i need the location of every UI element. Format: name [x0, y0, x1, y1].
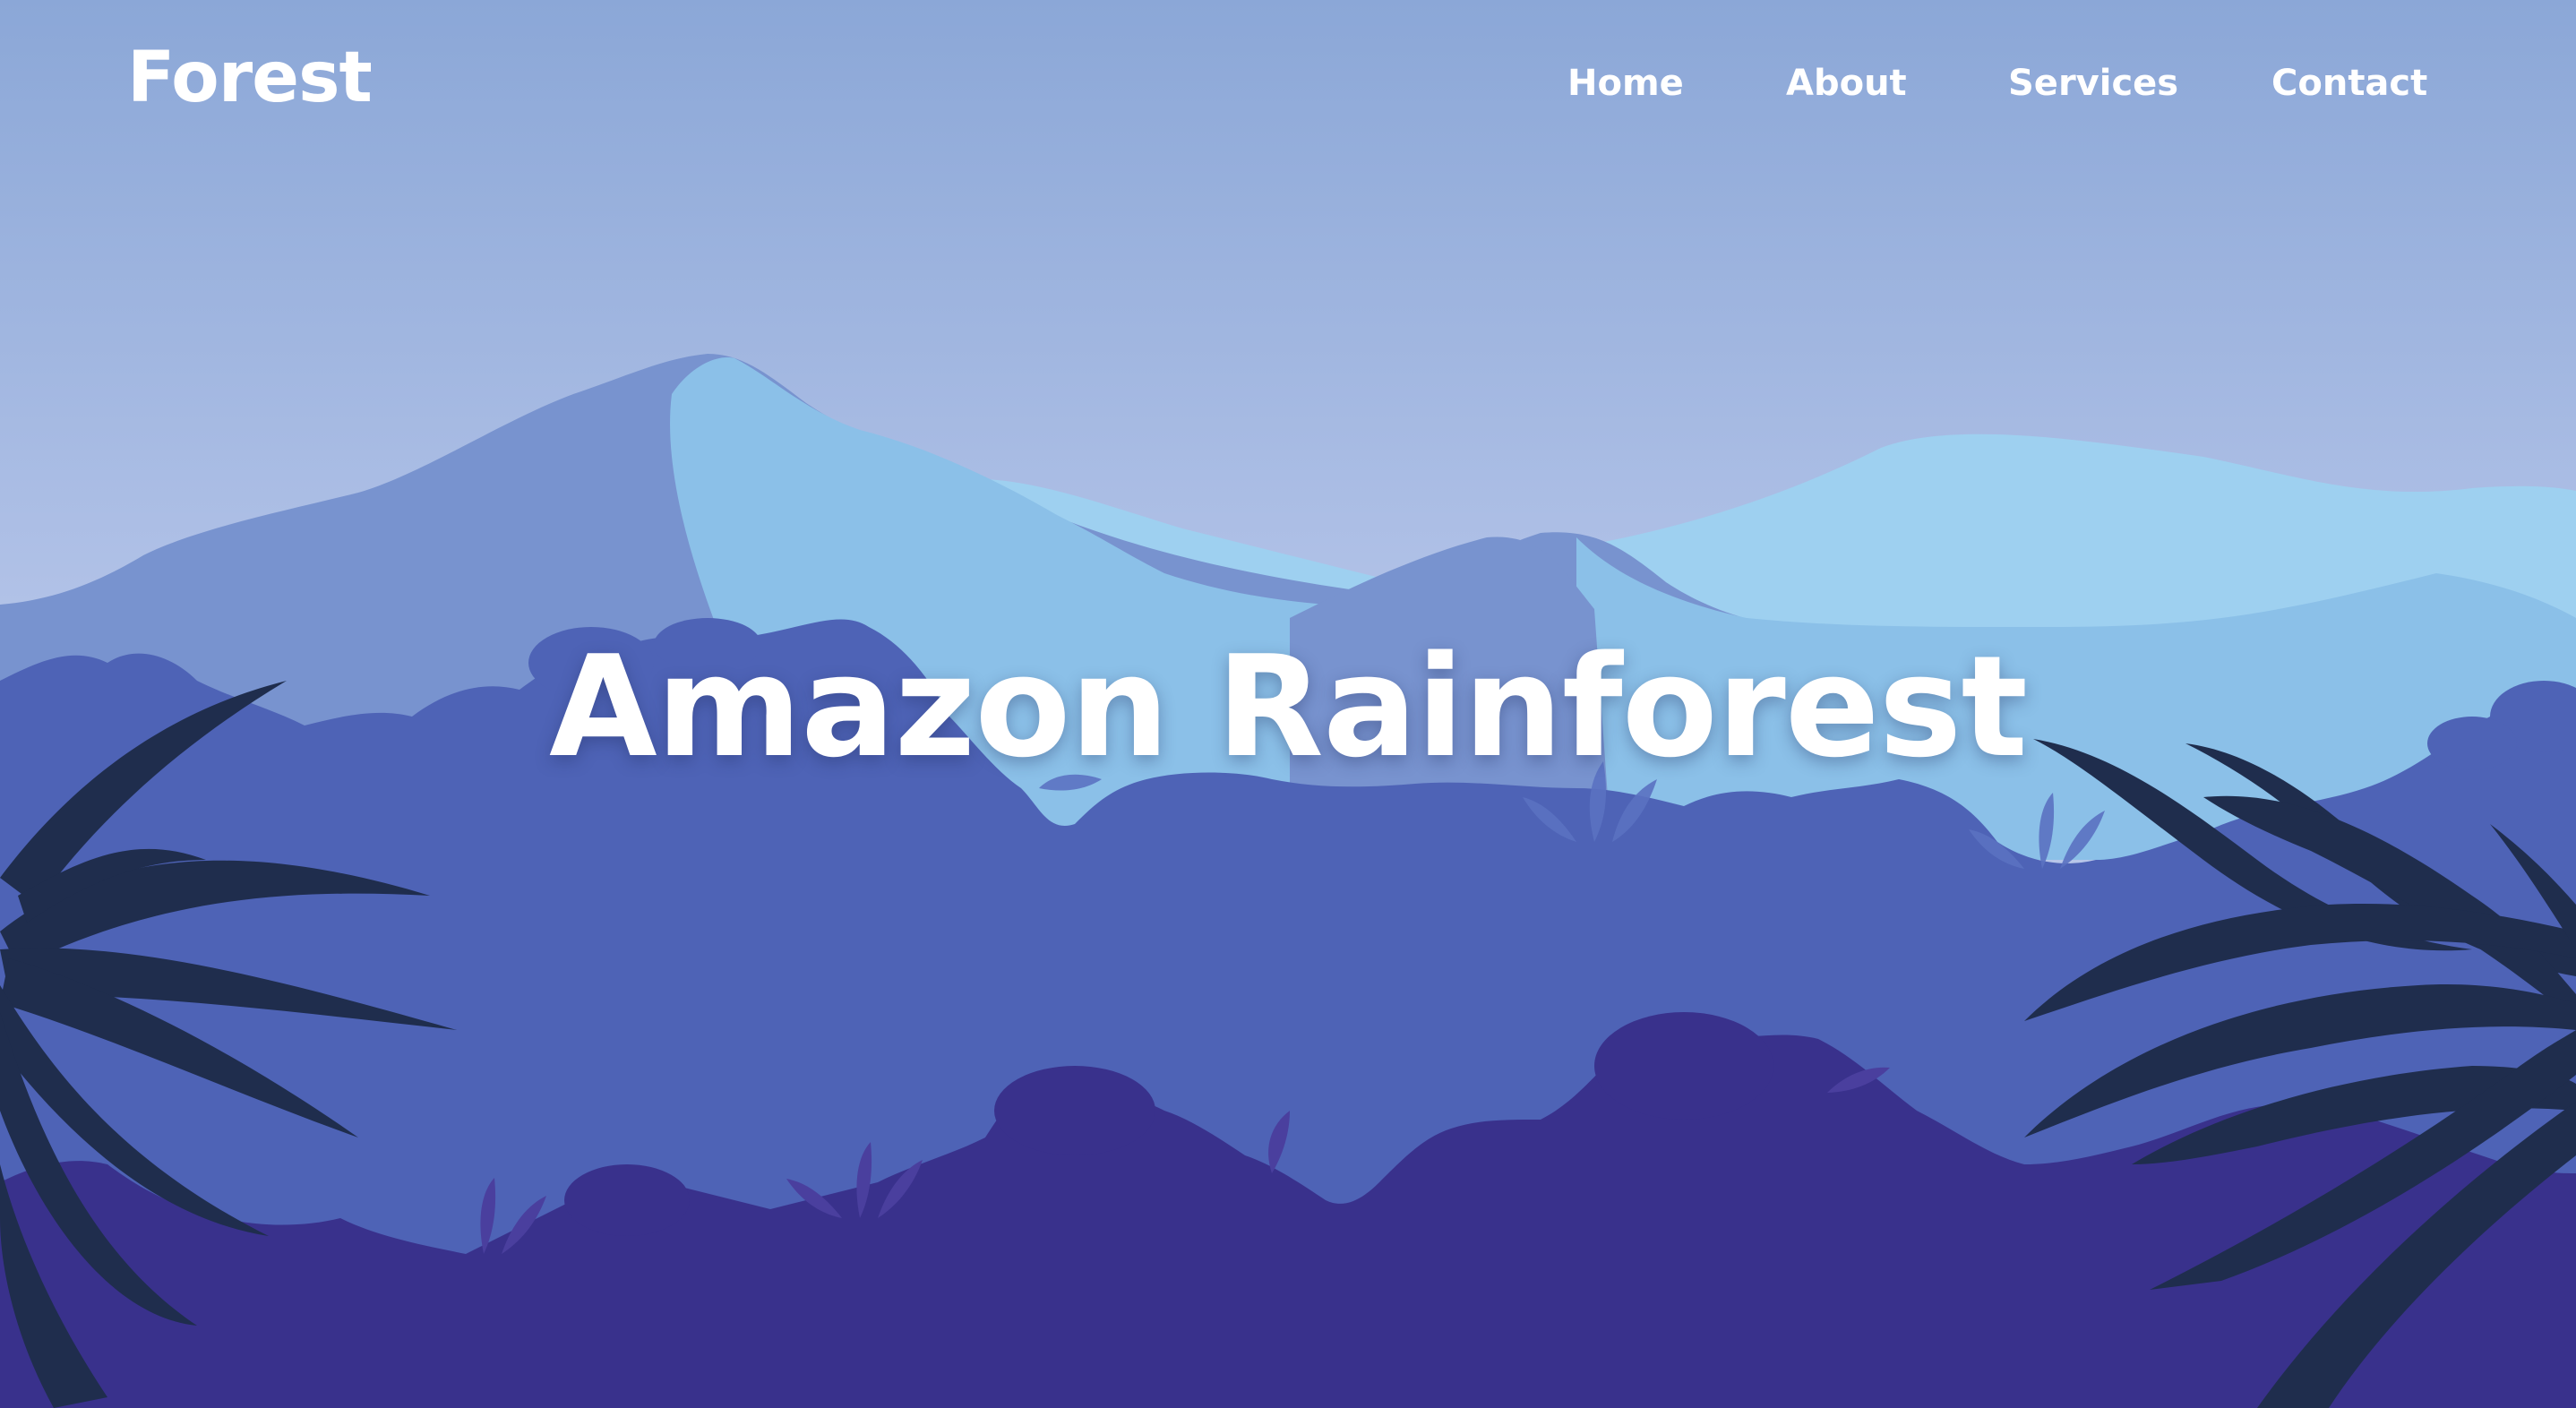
hero-title: Amazon Rainforest — [548, 625, 2028, 788]
top-navigation: Forest Home About Services Contact — [0, 0, 2576, 179]
nav-link-services[interactable]: Services — [2008, 63, 2178, 104]
nav-link-about[interactable]: About — [1786, 63, 1907, 104]
nav-link-contact[interactable]: Contact — [2271, 63, 2427, 104]
nav-link-home[interactable]: Home — [1567, 63, 1684, 104]
site-logo[interactable]: Forest — [127, 38, 373, 118]
